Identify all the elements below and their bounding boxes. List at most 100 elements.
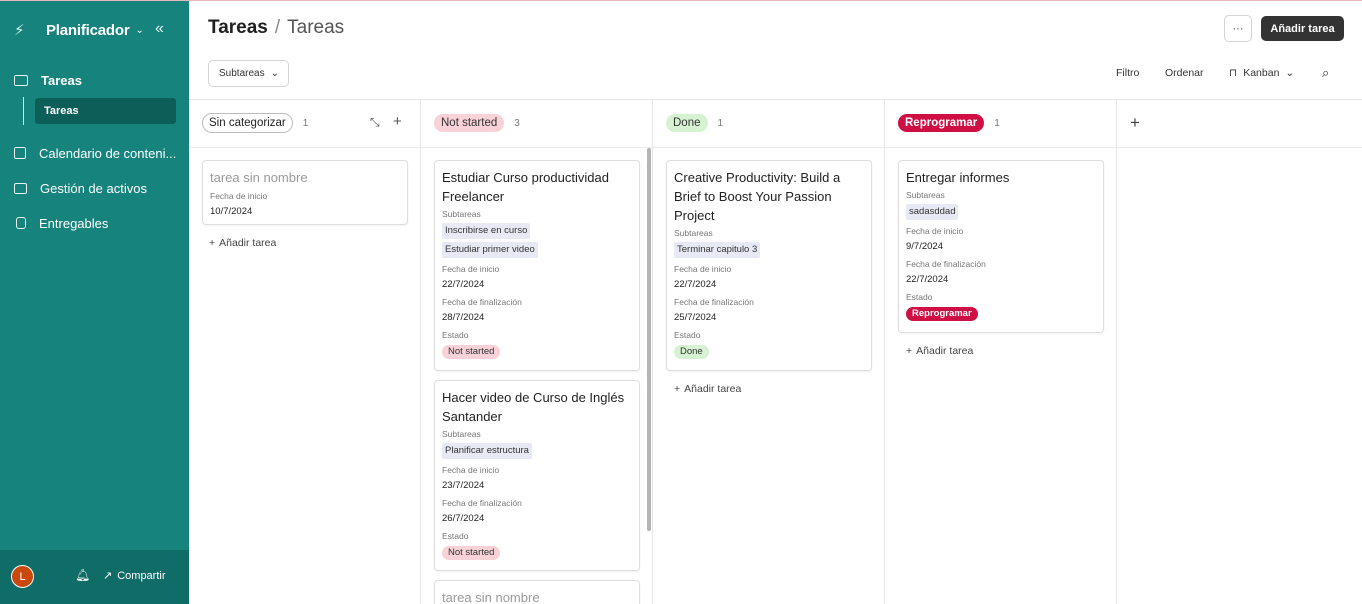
field-label: Subtareas <box>906 190 945 200</box>
breadcrumb-separator: / <box>274 17 281 38</box>
end-date: 25/7/2024 <box>674 312 717 323</box>
add-task-label: Añadir tarea <box>219 237 277 249</box>
task-card[interactable]: tarea sin nombre Fecha de inicio 10/7/20… <box>202 160 408 225</box>
start-date: 22/7/2024 <box>442 279 485 290</box>
add-card-icon[interactable]: + <box>393 113 402 130</box>
subtask-tag[interactable]: Planificar estructura <box>442 443 532 459</box>
workspace-switcher[interactable]: ⚡︎ Planificador ⌄ <box>14 19 144 41</box>
column-count: 1 <box>994 117 1000 129</box>
card-title: Creative Productivity: Build a Brief to … <box>674 170 841 223</box>
column-header-done: Done 1 <box>666 112 723 134</box>
add-task-link[interactable]: + Añadir tarea <box>209 237 276 249</box>
folder-icon <box>14 74 28 86</box>
more-options-button[interactable]: ··· <box>1224 15 1252 42</box>
status-badge: Done <box>674 345 709 359</box>
status-badge: Not started <box>442 345 501 359</box>
task-card[interactable]: Creative Productivity: Build a Brief to … <box>666 160 872 371</box>
subtasks-dropdown-label: Subtareas <box>219 68 265 79</box>
task-card[interactable]: Hacer video de Curso de Inglés Santander… <box>434 380 640 571</box>
card-title: Hacer video de Curso de Inglés Santander <box>442 390 625 424</box>
sidebar-item-entregables[interactable]: Entregables <box>14 213 108 233</box>
status-badge: Reprogramar <box>906 307 978 321</box>
bell-icon[interactable]: 🔔︎ <box>75 568 90 582</box>
sort-button[interactable]: Ordenar <box>1165 67 1204 79</box>
field-label: Fecha de inicio <box>442 264 500 274</box>
avatar[interactable]: L <box>11 565 34 588</box>
collapse-sidebar-icon[interactable]: « <box>155 20 164 38</box>
sidebar-item-tareas[interactable]: Tareas <box>14 70 82 90</box>
add-task-link[interactable]: + Añadir tarea <box>674 383 741 395</box>
column-header-reprogramar: Reprogramar 1 <box>898 112 1000 134</box>
end-date: 26/7/2024 <box>442 513 485 524</box>
sidebar-item-label: Tareas <box>41 72 82 88</box>
kanban-icon: ⊓ <box>1229 67 1238 79</box>
column-count: 3 <box>514 117 520 129</box>
field-label: Fecha de finalización <box>906 259 986 269</box>
field-label: Subtareas <box>674 228 713 238</box>
column-count: 1 <box>717 117 724 129</box>
document-icon <box>16 217 26 229</box>
card-title: Estudiar Curso productividad Freelancer <box>442 170 609 204</box>
task-card[interactable]: Estudiar Curso productividad Freelancer … <box>434 160 640 371</box>
subtask-tag[interactable]: Terminar capitulo 3 <box>674 242 761 258</box>
field-label: Estado <box>442 531 469 541</box>
subtask-tag[interactable]: Estudiar primer video <box>442 242 538 258</box>
end-date: 28/7/2024 <box>442 312 485 323</box>
column-divider <box>652 100 653 604</box>
share-button[interactable]: ↗ Compartir <box>103 569 166 583</box>
task-card[interactable]: tarea sin nombre <box>434 580 640 604</box>
sidebar-item-label: Entregables <box>39 215 109 231</box>
column-name[interactable]: Done <box>666 114 708 132</box>
field-label: Estado <box>674 330 701 340</box>
field-label: Fecha de finalización <box>674 297 754 307</box>
subtasks-dropdown[interactable]: Subtareas ⌄ <box>208 60 289 87</box>
sidebar-item-activos[interactable]: Gestión de activos <box>14 178 147 198</box>
sidebar-subitem-tareas[interactable]: Tareas <box>35 98 176 124</box>
field-label: Fecha de inicio <box>210 191 268 201</box>
column-divider <box>884 100 885 604</box>
field-label: Fecha de inicio <box>906 226 964 236</box>
start-date: 22/7/2024 <box>674 279 717 290</box>
column-name[interactable]: Not started <box>434 114 505 132</box>
scrollbar[interactable] <box>647 148 651 531</box>
image-icon <box>14 182 27 194</box>
search-icon[interactable]: ⌕ <box>1322 65 1329 81</box>
plus-icon: + <box>209 237 216 249</box>
page-title[interactable]: Tareas <box>208 17 268 39</box>
board-header-divider <box>189 147 1362 148</box>
chevron-down-icon: ⌄ <box>270 68 279 79</box>
subtask-tag[interactable]: Inscribirse en curso <box>442 223 531 239</box>
column-divider <box>1116 100 1117 604</box>
add-column-icon[interactable]: + <box>1130 113 1140 133</box>
start-date: 10/7/2024 <box>210 206 253 217</box>
field-label: Fecha de finalización <box>442 297 522 307</box>
breadcrumb: Tareas / Tareas <box>208 17 344 39</box>
field-label: Estado <box>906 292 933 302</box>
column-header-not-started: Not started 3 <box>434 112 520 134</box>
column-count: 1 <box>302 117 309 129</box>
chevron-down-icon: ⌄ <box>1285 67 1295 79</box>
field-label: Fecha de finalización <box>442 498 522 508</box>
filter-button[interactable]: Filtro <box>1116 67 1139 79</box>
add-task-button[interactable]: Añadir tarea <box>1261 16 1344 41</box>
field-label: Subtareas <box>442 209 481 219</box>
column-name[interactable]: Reprogramar <box>898 114 985 132</box>
end-date: 22/7/2024 <box>906 274 949 285</box>
add-task-link[interactable]: + Añadir tarea <box>906 345 973 357</box>
share-label: Compartir <box>117 569 166 582</box>
task-card[interactable]: Entregar informes Subtareas sadasddad Fe… <box>898 160 1104 333</box>
lightning-icon: ⚡︎ <box>14 22 25 39</box>
sidebar-footer: L 🔔︎ ↗ Compartir <box>0 550 189 604</box>
status-badge: Not started <box>442 546 501 560</box>
filter-row: Subtareas ⌄ <box>208 60 289 87</box>
calendar-icon <box>14 147 26 159</box>
sidebar-item-label: Gestión de activos <box>40 180 147 196</box>
subtask-tag[interactable]: sadasddad <box>906 204 959 220</box>
view-title[interactable]: Tareas <box>287 17 344 39</box>
subnav-line <box>23 97 24 125</box>
plus-icon: + <box>674 383 681 395</box>
view-switcher[interactable]: ⊓ Kanban ⌄ <box>1229 67 1294 79</box>
collapse-column-icon[interactable]: ⤡ <box>370 115 380 130</box>
sidebar-item-calendario[interactable]: Calendario de conteni... <box>14 143 176 163</box>
column-name[interactable]: Sin categorizar <box>202 113 293 133</box>
